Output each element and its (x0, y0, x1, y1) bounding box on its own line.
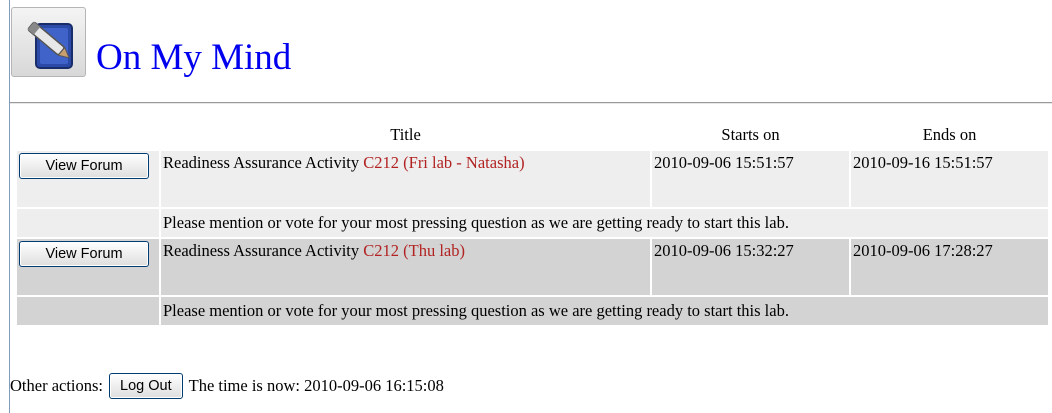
other-actions-label: Other actions: (10, 376, 104, 395)
ends-on-cell: 2010-09-06 17:28:27 (851, 239, 1048, 295)
table-header-row: Title Starts on Ends on (17, 120, 1048, 149)
header-divider (10, 102, 1052, 104)
page-header: On My Mind (10, 6, 1050, 86)
starts-on-cell: 2010-09-06 15:51:57 (652, 151, 849, 207)
log-out-button[interactable]: Log Out (109, 373, 183, 399)
forum-title-cell: Readiness Assurance Activity C212 (Thu l… (161, 239, 650, 295)
table-row-description: Please mention or vote for your most pre… (17, 209, 1048, 237)
table-row-description: Please mention or vote for your most pre… (17, 297, 1048, 325)
forums-table: Title Starts on Ends on View Forum Readi… (15, 118, 1050, 327)
description-spacer-cell (17, 297, 159, 325)
description-spacer-cell (17, 209, 159, 237)
row-action-cell: View Forum (17, 239, 159, 295)
page-title: On My Mind (96, 37, 292, 78)
table-row: View Forum Readiness Assurance Activity … (17, 239, 1048, 295)
column-header-actions (17, 120, 159, 149)
starts-on-cell: 2010-09-06 15:32:27 (652, 239, 849, 295)
column-header-starts-on: Starts on (721, 124, 780, 144)
forum-description: Please mention or vote for your most pre… (161, 297, 1048, 325)
view-forum-button[interactable]: View Forum (19, 153, 149, 179)
column-header-title: Title (390, 124, 421, 144)
column-header-ends-on: Ends on (922, 124, 977, 144)
notepad-pencil-icon (27, 21, 73, 69)
view-forum-button[interactable]: View Forum (19, 241, 149, 267)
forum-title: Readiness Assurance Activity (163, 241, 360, 260)
current-time-text: The time is now: 2010-09-06 16:15:08 (188, 376, 444, 395)
table-row: View Forum Readiness Assurance Activity … (17, 151, 1048, 207)
forum-course: C212 (Fri lab - Natasha) (363, 153, 525, 172)
forum-title: Readiness Assurance Activity (163, 153, 360, 172)
app-logo (11, 7, 86, 77)
ends-on-cell: 2010-09-16 15:51:57 (851, 151, 1048, 207)
forum-description: Please mention or vote for your most pre… (161, 209, 1048, 237)
footer-actions: Other actions: Log Out The time is now: … (10, 373, 444, 399)
forum-title-cell: Readiness Assurance Activity C212 (Fri l… (161, 151, 650, 207)
row-action-cell: View Forum (17, 151, 159, 207)
forum-course: C212 (Thu lab) (363, 241, 465, 260)
